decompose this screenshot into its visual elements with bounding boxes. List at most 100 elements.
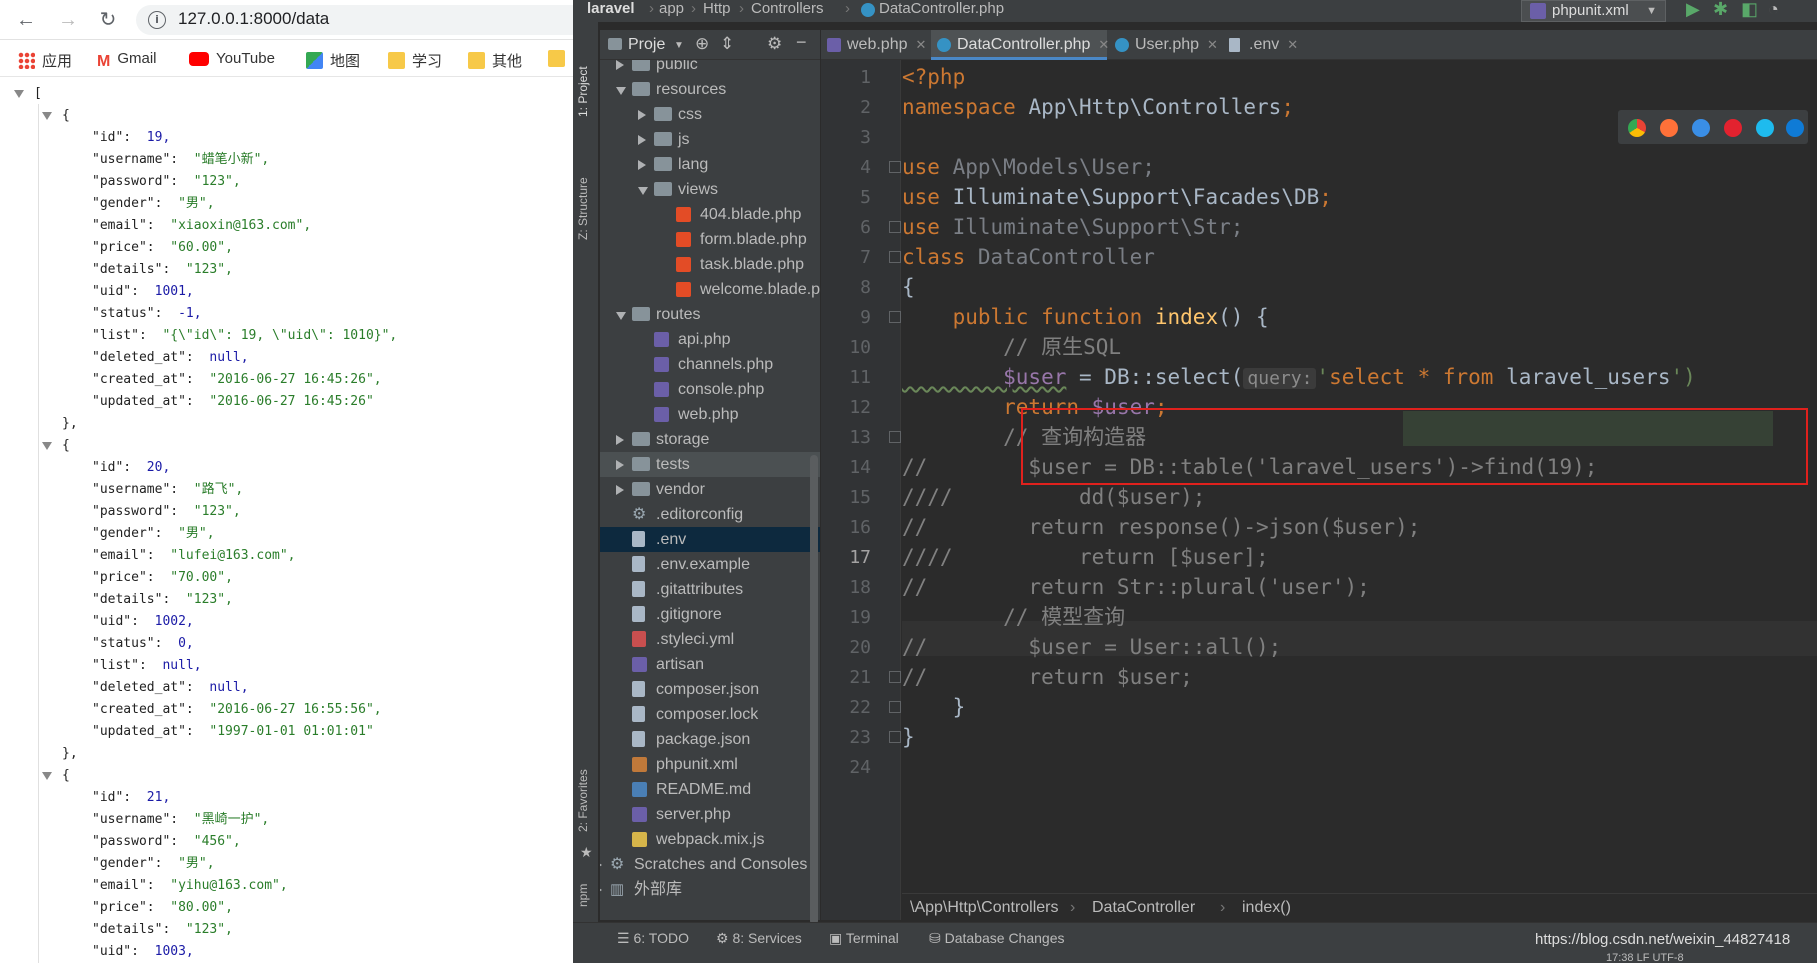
tree-item-channels-php[interactable]: channels.php — [600, 352, 820, 377]
tree-item-routes[interactable]: routes — [600, 302, 820, 327]
tab-web-php[interactable]: web.php ✕ — [821, 30, 929, 60]
breadcrumb-class[interactable]: DataController — [1092, 894, 1195, 922]
tree-item-form-blade-php[interactable]: form.blade.php — [600, 227, 820, 252]
tree-item-composer-lock[interactable]: composer.lock — [600, 702, 820, 727]
nav-crumb-file[interactable]: DataController.php — [861, 0, 1004, 17]
fold-marker-icon[interactable] — [889, 671, 901, 683]
code-editor[interactable]: <?php namespace App\Http\Controllers; us… — [902, 60, 1817, 920]
gear-icon[interactable]: ⚙ — [767, 34, 782, 54]
bookmark-gmail[interactable]: M Gmail — [97, 50, 157, 70]
bookmark-folder-more[interactable] — [548, 50, 572, 70]
fold-marker-icon[interactable] — [889, 161, 901, 173]
nav-crumb-app[interactable]: app — [659, 0, 684, 17]
side-tab-favorites[interactable]: 2: Favorites — [576, 769, 590, 832]
run-configuration-select[interactable]: phpunit.xml ▼ — [1521, 0, 1666, 22]
breadcrumb-method[interactable]: index() — [1242, 894, 1291, 922]
collapse-triangle-icon[interactable] — [14, 90, 24, 98]
close-icon[interactable]: ✕ — [1098, 37, 1109, 52]
tree-item-task-blade-php[interactable]: task.blade.php — [600, 252, 820, 277]
hide-icon[interactable]: − — [796, 32, 807, 53]
tree-item-gitattributes[interactable]: .gitattributes — [600, 577, 820, 602]
tree-item-console-php[interactable]: console.php — [600, 377, 820, 402]
collapse-triangle-icon[interactable] — [42, 442, 52, 450]
tab-datacontroller[interactable]: DataController.php ✕ — [931, 30, 1109, 60]
expanded-arrow-icon[interactable] — [616, 312, 626, 320]
collapsed-arrow-icon[interactable] — [638, 135, 646, 145]
side-tab-structure[interactable]: Z: Structure — [576, 177, 590, 240]
tree-item-resources[interactable]: resources — [600, 77, 820, 102]
reload-icon[interactable]: ↻ — [94, 6, 122, 34]
tree-item-env-example[interactable]: .env.example — [600, 552, 820, 577]
tree-item-js[interactable]: js — [600, 127, 820, 152]
safari-icon[interactable] — [1692, 119, 1710, 137]
profile-icon[interactable]: ◔ — [1768, 0, 1779, 20]
todo-tab[interactable]: ☰ 6: TODO — [617, 930, 689, 947]
collapsed-arrow-icon[interactable] — [616, 60, 624, 70]
database-changes-tab[interactable]: ⛁ Database Changes — [929, 930, 1065, 947]
collapsed-arrow-icon[interactable] — [616, 485, 624, 495]
fold-marker-icon[interactable] — [889, 311, 901, 323]
tree-item-webpack-mix-js[interactable]: webpack.mix.js — [600, 827, 820, 852]
tree-item-phpunit-xml[interactable]: phpunit.xml — [600, 752, 820, 777]
fold-marker-icon[interactable] — [889, 731, 901, 743]
url-text[interactable]: 127.0.0.1:8000/data — [178, 9, 329, 29]
fold-marker-icon[interactable] — [889, 221, 901, 233]
services-tab[interactable]: ⚙ 8: Services — [716, 930, 802, 947]
debug-icon[interactable]: ✱ — [1713, 0, 1728, 20]
tree-item-lang[interactable]: lang — [600, 152, 820, 177]
locate-icon[interactable]: ⊕ — [695, 34, 709, 54]
project-view-select[interactable]: Proje — [628, 36, 665, 54]
collapsed-arrow-icon[interactable] — [600, 860, 602, 870]
tree-item-views[interactable]: views — [600, 177, 820, 202]
collapse-triangle-icon[interactable] — [42, 112, 52, 120]
expanded-arrow-icon[interactable] — [638, 187, 648, 195]
tree-item-styleci-yml[interactable]: .styleci.yml — [600, 627, 820, 652]
tree-item-scratches-and-consoles[interactable]: ⚙ Scratches and Consoles — [600, 852, 820, 877]
tree-item-404-blade-php[interactable]: 404.blade.php — [600, 202, 820, 227]
tree-item-composer-json[interactable]: composer.json — [600, 677, 820, 702]
edge-icon[interactable] — [1786, 119, 1804, 137]
tree-item-css[interactable]: css — [600, 102, 820, 127]
close-icon[interactable]: ✕ — [1207, 37, 1218, 52]
tree-item-server-php[interactable]: server.php — [600, 802, 820, 827]
chrome-icon[interactable] — [1628, 119, 1646, 137]
fold-marker-icon[interactable] — [889, 701, 901, 713]
run-icon[interactable]: ▶ — [1686, 0, 1700, 20]
bookmark-apps[interactable]: 应用 — [18, 50, 72, 70]
tree-item-env[interactable]: .env — [600, 527, 820, 552]
nav-crumb-http[interactable]: Http — [703, 0, 731, 17]
back-arrow-icon[interactable]: ← — [12, 6, 40, 34]
tree-item-editorconfig[interactable]: ⚙ .editorconfig — [600, 502, 820, 527]
side-tab-npm[interactable]: npm — [576, 884, 590, 907]
fold-marker-icon[interactable] — [889, 251, 901, 263]
ie-icon[interactable] — [1756, 119, 1774, 137]
site-info-icon[interactable]: i — [148, 11, 166, 29]
bookmark-folder-study[interactable]: 学习 — [388, 50, 442, 70]
tree-item-[interactable]: ▥ 外部库 — [600, 877, 820, 902]
tree-item-readme-md[interactable]: README.md — [600, 777, 820, 802]
tree-item-web-php[interactable]: web.php — [600, 402, 820, 427]
tree-item-vendor[interactable]: vendor — [600, 477, 820, 502]
tree-item-artisan[interactable]: artisan — [600, 652, 820, 677]
bookmark-maps[interactable]: 地图 — [306, 50, 360, 70]
tree-item-package-json[interactable]: package.json — [600, 727, 820, 752]
collapse-triangle-icon[interactable] — [42, 772, 52, 780]
bookmark-folder-other[interactable]: 其他 — [468, 50, 522, 70]
nav-crumb-controllers[interactable]: Controllers — [751, 0, 824, 17]
collapsed-arrow-icon[interactable] — [638, 160, 646, 170]
tree-item-tests[interactable]: tests — [600, 452, 820, 477]
opera-icon[interactable] — [1724, 119, 1742, 137]
breadcrumb-namespace[interactable]: \App\Http\Controllers — [910, 894, 1059, 922]
tree-item-welcome-blade-p[interactable]: welcome.blade.p — [600, 277, 820, 302]
expanded-arrow-icon[interactable] — [616, 87, 626, 95]
coverage-icon[interactable]: ◧ — [1741, 0, 1758, 20]
close-icon[interactable]: ✕ — [916, 37, 927, 52]
fold-marker-icon[interactable] — [889, 431, 901, 443]
firefox-icon[interactable] — [1660, 119, 1678, 137]
terminal-tab[interactable]: ▣ Terminal — [829, 930, 899, 947]
tab-user-php[interactable]: User.php ✕ — [1109, 30, 1221, 60]
collapsed-arrow-icon[interactable] — [600, 885, 602, 895]
tab-env[interactable]: .env ✕ — [1223, 30, 1303, 60]
collapsed-arrow-icon[interactable] — [616, 435, 624, 445]
collapse-icon[interactable]: ⇕ — [720, 34, 734, 54]
